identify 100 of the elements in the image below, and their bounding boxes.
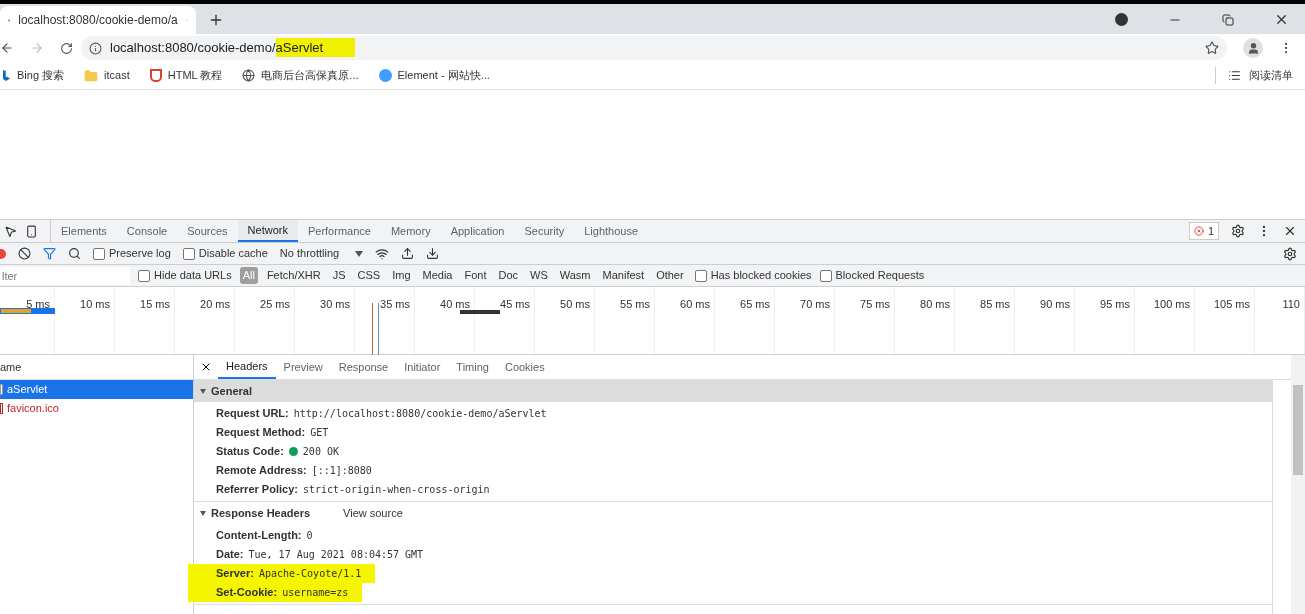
type-filter[interactable]: Other [653, 267, 687, 284]
timeline-tick: 80 ms [920, 298, 950, 310]
restore-icon[interactable] [1222, 13, 1234, 26]
type-filter[interactable]: JS [329, 267, 349, 284]
timeline-tick: 25 ms [260, 298, 290, 310]
filter-icon[interactable] [43, 247, 56, 260]
timeline-tick: 110 [1282, 298, 1300, 310]
header-row-text: Content-Length: 0 [215, 528, 314, 544]
new-tab-icon[interactable] [208, 12, 224, 28]
download-icon[interactable] [426, 247, 440, 260]
filter-field[interactable]: lter [0, 266, 130, 285]
reload-icon[interactable] [60, 41, 73, 55]
request-bar [0, 308, 55, 314]
timeline-tick: 30 ms [320, 298, 350, 310]
request-row[interactable]: aServlet [0, 380, 193, 399]
tab-search-icon[interactable] [1115, 13, 1128, 26]
load-line [378, 303, 379, 355]
list-icon [1228, 69, 1241, 82]
devtools-tab[interactable]: Memory [380, 220, 441, 242]
checkbox[interactable] [93, 247, 105, 260]
type-filter[interactable]: Wasm [556, 267, 594, 284]
timeline-tick: 95 ms [1100, 298, 1130, 310]
settings-icon[interactable] [1231, 224, 1245, 238]
checkbox[interactable] [182, 247, 195, 260]
timeline-tick: 20 ms [200, 298, 230, 310]
type-filter[interactable]: Img [389, 267, 414, 284]
type-filter[interactable]: Fetch/XHR [263, 267, 324, 284]
checkbox-label: Blocked Requests [835, 268, 925, 284]
close-window-icon[interactable] [1274, 12, 1289, 27]
settings-icon[interactable] [1283, 246, 1297, 261]
detail-tab[interactable]: Initiator [396, 355, 449, 379]
devtools-tab[interactable]: Performance [297, 220, 381, 242]
back-icon[interactable] [0, 41, 14, 55]
throttling-select[interactable]: No throttling [279, 245, 364, 262]
header-row-text: Date: Tue, 17 Aug 2021 08:04:57 GMT [215, 547, 425, 563]
view-source-link[interactable]: View source [343, 504, 403, 522]
clear-icon[interactable] [18, 247, 31, 260]
tab-title: localhost:8080/cookie-demo/a [18, 12, 178, 29]
type-filter[interactable]: Font [461, 267, 490, 284]
type-filter[interactable]: Manifest [599, 267, 648, 284]
detail-tab[interactable]: Preview [275, 355, 331, 379]
checkbox[interactable] [138, 269, 150, 282]
header-row-text: Status Code: 200 OK [215, 444, 340, 460]
type-filter[interactable]: Doc [495, 267, 522, 284]
timeline-tick: 50 ms [560, 298, 590, 310]
timeline-tick: 45 ms [500, 298, 530, 310]
devtools-tab[interactable]: Application [440, 220, 515, 242]
bookmark[interactable]: Bing 搜索 [2, 67, 65, 84]
timeline-tick: 55 ms [620, 298, 650, 310]
devtools-tab[interactable]: Sources [177, 220, 238, 242]
search-icon[interactable] [68, 247, 81, 260]
timeline-tick: 5 ms [26, 298, 50, 310]
wifi-settings-icon[interactable] [375, 246, 390, 261]
header-row-text: Referrer Policy: strict-origin-when-cross-origin [215, 482, 491, 498]
header-row: Set-Cookie: username=zs [188, 583, 363, 602]
detail-tab[interactable]: Timing [448, 355, 497, 379]
devtools-tab[interactable]: Security [514, 220, 575, 242]
checkbox[interactable] [819, 269, 832, 282]
inspect-icon[interactable] [4, 224, 17, 238]
header-row-text: Request Method: GET [215, 425, 330, 441]
bookmark[interactable]: HTML 教程 [149, 67, 223, 84]
reading-list-button[interactable]: 阅读清单 [1215, 67, 1293, 84]
request-bar [460, 310, 500, 314]
section-header[interactable]: Response Headers View source [194, 502, 1272, 524]
timeline-tick: 10 ms [80, 298, 110, 310]
devtools-tab[interactable]: Console [116, 220, 178, 242]
timeline-tick: 90 ms [1040, 298, 1070, 310]
info-icon [89, 41, 102, 55]
type-filter[interactable]: CSS [354, 267, 384, 284]
timeline-tick: 70 ms [800, 298, 830, 310]
section-header[interactable]: General [194, 380, 1272, 402]
error-badge[interactable]: 1 [1188, 221, 1219, 241]
detail-tab[interactable]: Cookies [496, 355, 553, 379]
timeline-tick: 85 ms [980, 298, 1010, 310]
profile-icon[interactable] [1243, 38, 1263, 58]
header-row: Server: Apache-Coyote/1.1 [188, 564, 376, 583]
request-row[interactable]: favicon.ico [0, 399, 193, 418]
devtools-tab[interactable]: Network [237, 220, 298, 242]
checkbox-label: Preserve log [109, 246, 171, 262]
timeline-tick: 35 ms [380, 298, 410, 310]
bookmark[interactable]: 电商后台高保真原... [242, 67, 359, 84]
timeline-tick: 40 ms [440, 298, 470, 310]
star-icon[interactable] [1205, 41, 1219, 55]
bookmark[interactable]: Element - 网站快... [378, 67, 490, 84]
device-icon[interactable] [25, 224, 38, 238]
checkbox-label: Disable cache [198, 246, 268, 262]
timeline-tick: 65 ms [740, 298, 770, 310]
checkbox[interactable] [694, 269, 707, 282]
checkbox-label: Hide data URLs [154, 268, 232, 284]
devtools-tab[interactable]: Lighthouse [574, 220, 649, 242]
timeline-tick: 75 ms [860, 298, 890, 310]
bookmark[interactable]: itcast [84, 67, 130, 84]
type-filter[interactable]: Media [419, 267, 456, 284]
upload-icon[interactable] [401, 247, 415, 260]
browser-tab[interactable]: localhost:8080/cookie-demo/a [0, 6, 196, 34]
devtools-tab[interactable]: Elements [51, 220, 117, 242]
header-row-text: Request URL: http://localhost:8080/cookie-demo/aServlet [215, 406, 548, 422]
type-filter[interactable]: WS [527, 267, 551, 284]
scrollbar-thumb[interactable] [1293, 385, 1303, 475]
detail-tab[interactable]: Response [330, 355, 397, 379]
